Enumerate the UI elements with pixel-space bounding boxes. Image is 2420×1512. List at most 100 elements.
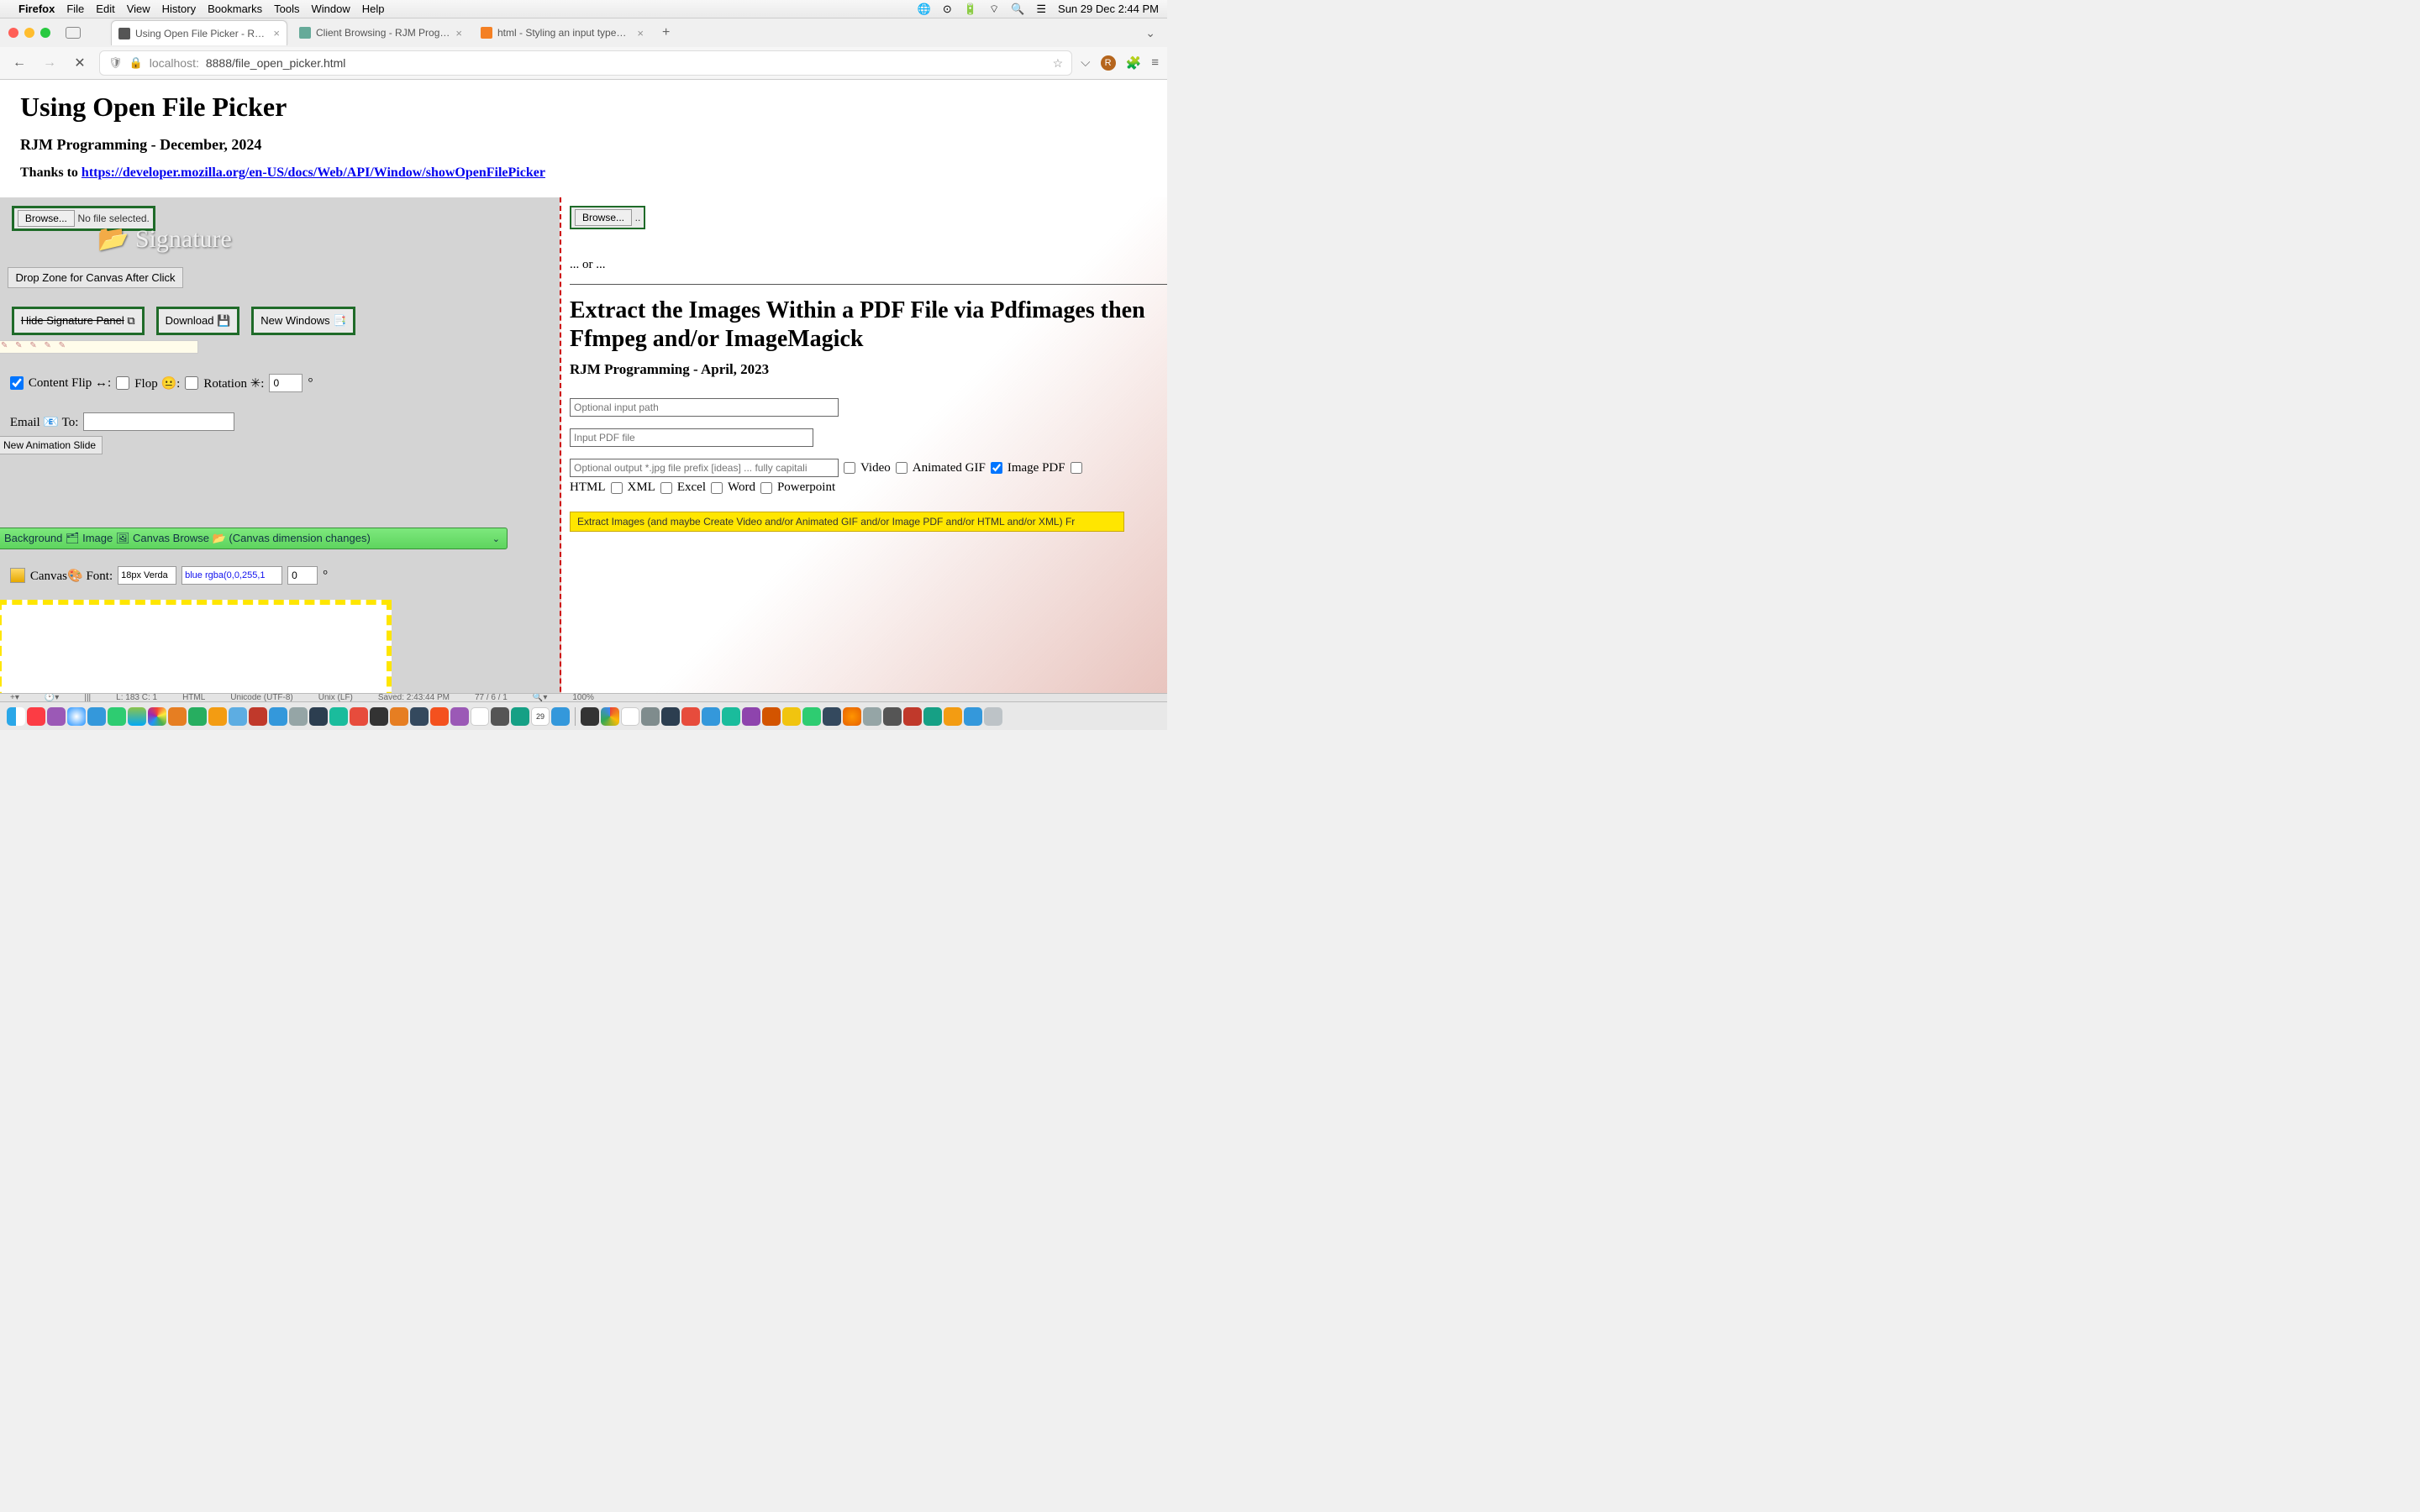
menu-window[interactable]: Window [312, 3, 350, 15]
forward-button[interactable]: → [39, 52, 60, 74]
app-icon[interactable] [491, 707, 509, 726]
powerpoint-checkbox[interactable] [760, 482, 772, 494]
app-icon[interactable] [289, 707, 308, 726]
keynote-icon[interactable] [168, 707, 187, 726]
bookmark-star-icon[interactable]: ☆ [1053, 56, 1064, 71]
url-bar[interactable]: 🛡 🔒 localhost:8888/file_open_picker.html… [99, 50, 1072, 76]
extract-images-button[interactable]: Extract Images (and maybe Create Video a… [570, 512, 1124, 532]
animated-gif-checkbox[interactable] [896, 462, 908, 474]
clock-icon[interactable]: 🕑▾ [45, 693, 59, 701]
stop-button[interactable]: ✕ [69, 52, 91, 74]
rotation-input[interactable] [269, 374, 302, 392]
sidebar-toggle-icon[interactable] [66, 27, 81, 39]
calendar-icon[interactable]: 29 [531, 707, 550, 726]
font-rotation-input[interactable] [287, 566, 318, 585]
video-checkbox[interactable] [844, 462, 855, 474]
app-icon[interactable] [802, 707, 821, 726]
app-icon[interactable] [581, 707, 599, 726]
tab-2[interactable]: Client Browsing - RJM Programm × [292, 20, 469, 45]
music-icon[interactable] [27, 707, 45, 726]
menu-view[interactable]: View [127, 3, 150, 15]
wifi-icon[interactable]: ⌔ [989, 3, 999, 16]
eol-label[interactable]: Unix (LF) [318, 693, 353, 701]
app-icon[interactable] [782, 707, 801, 726]
appstore-icon[interactable] [269, 707, 287, 726]
html-checkbox-trailing[interactable] [1071, 462, 1082, 474]
app-icon[interactable] [621, 707, 639, 726]
shield-icon[interactable]: 🛡 [108, 56, 123, 70]
new-windows-button[interactable]: New Windows 📑 [251, 307, 355, 335]
close-window[interactable] [8, 28, 18, 38]
pages-icon[interactable] [208, 707, 227, 726]
tab-1[interactable]: Using Open File Picker - RJM Pr × [111, 20, 287, 45]
app-icon[interactable] [863, 707, 881, 726]
clock[interactable]: Sun 29 Dec 2:44 PM [1058, 3, 1159, 15]
tab-3[interactable]: html - Styling an input type="fil × [474, 20, 650, 45]
plus-icon[interactable]: +▾ [10, 693, 19, 701]
brave-icon[interactable] [430, 707, 449, 726]
lock-icon[interactable]: 🔒 [129, 56, 143, 70]
dropzone-button[interactable]: Drop Zone for Canvas After Click [8, 267, 182, 288]
podcasts-icon[interactable] [47, 707, 66, 726]
photos-icon[interactable] [148, 707, 166, 726]
account-icon[interactable]: R [1101, 55, 1116, 71]
app-icon[interactable] [641, 707, 660, 726]
download-button[interactable]: Download 💾 [156, 307, 240, 335]
menu-file[interactable]: File [66, 3, 84, 15]
image-pdf-checkbox[interactable] [991, 462, 1002, 474]
word-checkbox[interactable] [711, 482, 723, 494]
numbers-icon[interactable] [188, 707, 207, 726]
battery-icon[interactable]: 🔋 [964, 3, 977, 16]
app-icon[interactable] [742, 707, 760, 726]
app-icon[interactable] [551, 707, 570, 726]
canvas-dropzone[interactable] [0, 600, 392, 693]
app-icon[interactable] [511, 707, 529, 726]
play-icon[interactable]: ⊙ [943, 3, 952, 16]
menu-tools[interactable]: Tools [274, 3, 299, 15]
app-icon[interactable] [350, 707, 368, 726]
mail-icon[interactable] [87, 707, 106, 726]
app-icon[interactable] [762, 707, 781, 726]
globe-icon[interactable]: 🌐 [918, 3, 931, 16]
output-prefix-field[interactable] [570, 459, 839, 477]
messages-icon[interactable] [108, 707, 126, 726]
filezilla-icon[interactable] [249, 707, 267, 726]
browse-button[interactable]: Browse... [18, 210, 75, 227]
app-icon[interactable] [702, 707, 720, 726]
flop-checkbox[interactable] [116, 376, 129, 390]
new-tab-button[interactable]: + [655, 25, 676, 40]
tab-overflow-icon[interactable]: ⌄ [1145, 26, 1155, 40]
menu-help[interactable]: Help [362, 3, 385, 15]
trash-icon[interactable] [984, 707, 1002, 726]
close-icon[interactable]: × [637, 27, 644, 39]
firefox-icon[interactable] [843, 707, 861, 726]
maps-icon[interactable] [128, 707, 146, 726]
input-pdf-field[interactable] [570, 428, 813, 447]
app-icon[interactable] [944, 707, 962, 726]
close-icon[interactable]: × [455, 27, 462, 39]
app-name[interactable]: Firefox [18, 3, 55, 15]
minimize-window[interactable] [24, 28, 34, 38]
pocket-icon[interactable]: ⌵ [1081, 55, 1090, 71]
menu-history[interactable]: History [162, 3, 196, 15]
hide-signature-button[interactable]: Hide Signature Panel ⧉ [12, 307, 145, 335]
search-icon[interactable]: 🔍▾ [533, 693, 547, 701]
new-animation-slide-button[interactable]: New Animation Slide [0, 436, 103, 454]
app-icon[interactable] [370, 707, 388, 726]
app-icon[interactable] [823, 707, 841, 726]
finder-icon[interactable] [7, 707, 25, 726]
app-icon[interactable] [903, 707, 922, 726]
background-select[interactable]: Background 🗂 Image 🖼 Canvas Browse 📂 (Ca… [0, 528, 508, 549]
app-icon[interactable] [661, 707, 680, 726]
app-icon[interactable] [923, 707, 942, 726]
rotation-checkbox[interactable] [185, 376, 198, 390]
font-color-input[interactable] [182, 566, 282, 585]
app-icon[interactable] [390, 707, 408, 726]
zoom-label[interactable]: 100% [572, 693, 594, 701]
browse-button-right[interactable]: Browse... [575, 209, 632, 226]
zoom-window[interactable] [40, 28, 50, 38]
spotlight-icon[interactable]: 🔍 [1011, 3, 1024, 16]
app-icon[interactable] [309, 707, 328, 726]
control-center-icon[interactable]: ☰ [1036, 3, 1046, 16]
app-icon[interactable] [410, 707, 429, 726]
